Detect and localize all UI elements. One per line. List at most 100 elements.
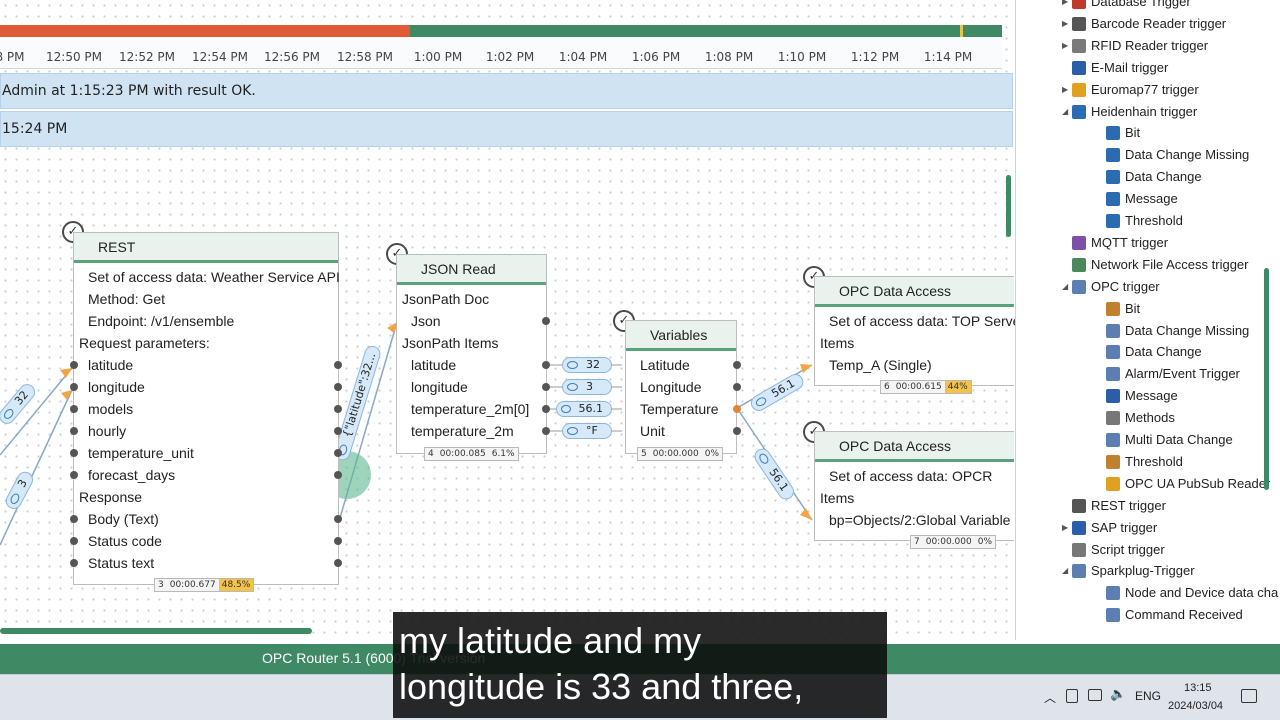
output-port[interactable]: [542, 383, 550, 391]
tree-item[interactable]: Threshold: [1096, 210, 1183, 232]
tree-item[interactable]: Multi Data Change: [1096, 429, 1233, 451]
horizontal-scrollbar[interactable]: [0, 628, 312, 634]
tree-item[interactable]: E-Mail trigger: [1062, 57, 1168, 79]
chevron-up-icon[interactable]: ︿: [1044, 689, 1056, 706]
output-port[interactable]: [334, 471, 342, 479]
tree-item[interactable]: Alarm/Event Trigger: [1096, 363, 1240, 385]
input-port[interactable]: [70, 559, 78, 567]
tree-item[interactable]: REST trigger: [1062, 495, 1166, 517]
tree-item[interactable]: ▶ Database Trigger: [1062, 0, 1191, 13]
tree-item[interactable]: Command Received: [1096, 604, 1243, 626]
tree-item[interactable]: ◢ Heidenhain trigger: [1062, 101, 1197, 123]
monitor-icon[interactable]: [1088, 689, 1102, 701]
json-read-node[interactable]: JSON Read JsonPath Doc Json JsonPath Ite…: [396, 254, 547, 454]
tree-item[interactable]: Data Change Missing: [1096, 144, 1249, 166]
variables-node[interactable]: Variables Latitude Longitude Temperature…: [625, 320, 737, 454]
tree-item-label: Euromap77 trigger: [1091, 81, 1199, 97]
vertical-scrollbar[interactable]: [1006, 175, 1011, 237]
output-port[interactable]: [334, 405, 342, 413]
value-pill-latitude[interactable]: 32: [562, 357, 612, 373]
value-pill-longitude[interactable]: 3: [562, 379, 612, 395]
tree-item[interactable]: ◢ Sparkplug-Trigger: [1062, 560, 1195, 582]
tree-item-label: Command Received: [1125, 607, 1243, 623]
output-port[interactable]: [334, 383, 342, 391]
tree-item-label: Script trigger: [1091, 541, 1165, 557]
tree-item[interactable]: Threshold: [1096, 451, 1183, 473]
rest-node[interactable]: REST Set of access data: Weather Service…: [73, 232, 340, 585]
expand-arrow-icon[interactable]: ▶: [1062, 79, 1072, 101]
tree-item[interactable]: OPC UA PubSub Reader: [1096, 473, 1270, 495]
tree-item-label: OPC trigger: [1091, 278, 1160, 294]
language-indicator[interactable]: ENG: [1135, 689, 1161, 703]
tree-item[interactable]: Script trigger: [1062, 539, 1165, 561]
volume-icon[interactable]: 🔈: [1110, 687, 1126, 702]
tree-item[interactable]: Data Change Missing: [1096, 320, 1249, 342]
tree-item[interactable]: Node and Device data cha: [1096, 582, 1278, 604]
output-port[interactable]: [733, 427, 741, 435]
tree-item[interactable]: ▶ SAP trigger: [1062, 517, 1157, 539]
output-port[interactable]: [334, 361, 342, 369]
input-port[interactable]: [70, 449, 78, 457]
output-port[interactable]: [542, 317, 550, 325]
tree-item-label: Methods: [1125, 410, 1175, 426]
node-row: Json: [411, 313, 441, 329]
tree-item[interactable]: Network File Access trigger: [1062, 254, 1249, 276]
output-port[interactable]: [334, 427, 342, 435]
tree-item[interactable]: ▶ RFID Reader trigger: [1062, 35, 1208, 57]
output-port[interactable]: [334, 449, 342, 457]
expand-arrow-icon[interactable]: ◢: [1062, 101, 1072, 123]
notification-icon[interactable]: [1241, 689, 1257, 703]
tree-item[interactable]: Data Change: [1096, 341, 1202, 363]
eye-icon: [754, 395, 768, 408]
input-port[interactable]: [70, 361, 78, 369]
output-port[interactable]: [733, 405, 741, 413]
output-port[interactable]: [542, 427, 550, 435]
value-pill-unit[interactable]: °F: [562, 423, 612, 439]
tree-item[interactable]: ▶ Barcode Reader trigger: [1062, 13, 1226, 35]
tree-item[interactable]: Message: [1096, 188, 1178, 210]
input-port[interactable]: [70, 471, 78, 479]
tree-item-label: OPC UA PubSub Reader: [1125, 475, 1271, 491]
input-port[interactable]: [70, 515, 78, 523]
output-port[interactable]: [334, 559, 342, 567]
tree-item-label: Threshold: [1125, 213, 1183, 228]
tree-item[interactable]: Methods: [1096, 407, 1175, 429]
clock-date[interactable]: 2024/03/04: [1168, 700, 1223, 712]
output-port[interactable]: [334, 537, 342, 545]
output-port[interactable]: [542, 405, 550, 413]
tree-scrollbar[interactable]: [1264, 268, 1269, 490]
input-port[interactable]: [70, 383, 78, 391]
input-port[interactable]: [70, 427, 78, 435]
trigger-icon: [1072, 16, 1086, 31]
opc-data-access-node[interactable]: OPC Data Access Set of access data: TOP …: [814, 276, 1015, 386]
input-port[interactable]: [70, 537, 78, 545]
output-port[interactable]: [542, 361, 550, 369]
output-port[interactable]: [334, 515, 342, 523]
tree-item[interactable]: Message: [1096, 385, 1178, 407]
node-row: temperature_2m[0]: [411, 401, 530, 417]
trigger-icon: [1106, 301, 1120, 316]
expand-arrow-icon[interactable]: ▶: [1062, 0, 1072, 13]
expand-arrow-icon[interactable]: ▶: [1062, 35, 1072, 57]
tree-item[interactable]: ◢ OPC trigger: [1062, 276, 1160, 298]
tree-item[interactable]: MQTT trigger: [1062, 232, 1168, 254]
tree-item[interactable]: Data Change: [1096, 166, 1202, 188]
tree-item[interactable]: ▶ Euromap77 trigger: [1062, 79, 1199, 101]
network-icon[interactable]: [1066, 689, 1078, 703]
opc-data-access-node[interactable]: OPC Data Access Set of access data: OPCR…: [814, 431, 1014, 541]
output-port[interactable]: [733, 383, 741, 391]
tree-item-label: Alarm/Event Trigger: [1125, 366, 1240, 382]
clock-time[interactable]: 13:15: [1184, 682, 1212, 694]
input-port[interactable]: [70, 405, 78, 413]
trigger-icon: [1106, 192, 1120, 207]
value-pill-temperature[interactable]: 56.1: [556, 401, 612, 417]
expand-arrow-icon[interactable]: ▶: [1062, 13, 1072, 35]
tree-item[interactable]: Bit: [1096, 122, 1140, 144]
expand-arrow-icon[interactable]: ◢: [1062, 560, 1072, 582]
expand-arrow-icon[interactable]: ◢: [1062, 276, 1072, 298]
expand-arrow-icon[interactable]: ▶: [1062, 517, 1072, 539]
workflow-canvas[interactable]: 8 PM 12:50 PM 12:52 PM 12:54 PM 12:56 PM…: [0, 0, 1015, 640]
tree-item[interactable]: Bit: [1096, 298, 1140, 320]
node-row: temperature_2m: [411, 423, 514, 439]
output-port[interactable]: [733, 361, 741, 369]
